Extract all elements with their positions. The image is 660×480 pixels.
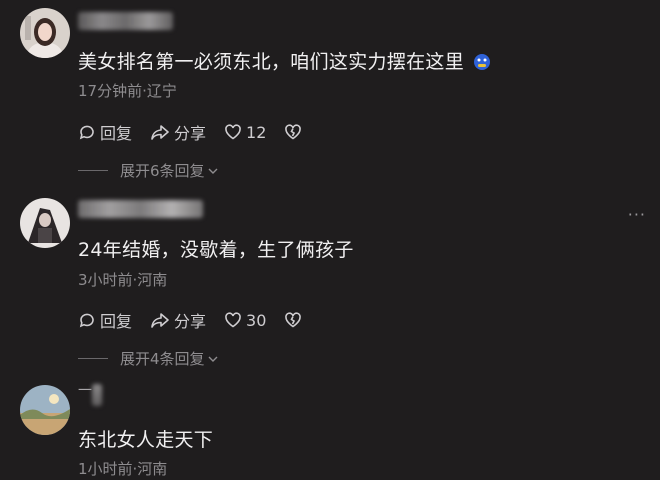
comment-meta: 3小时前·河南 [78,271,168,289]
avatar[interactable] [20,385,70,435]
broken-heart-icon [285,312,302,328]
share-button[interactable]: 分享 [150,308,206,332]
comment-text: 美女排名第一必须东北，咱们这实力摆在这里 [78,47,491,76]
avatar[interactable] [20,198,70,248]
comment-actions: 回复 分享 12 [78,120,306,144]
share-label: 分享 [174,124,207,143]
expand-replies-button[interactable]: 展开4条回复 [78,348,219,369]
chevron-down-icon [208,168,218,174]
like-button[interactable]: 30 [224,311,266,330]
reply-button[interactable]: 回复 [78,308,132,332]
like-count: 30 [246,310,267,330]
comment-actions: 回复 分享 30 [78,308,306,332]
avatar-image [20,385,70,435]
like-button[interactable]: 12 [224,123,266,142]
avatar-image [20,8,70,58]
expand-replies-label: 展开4条回复 [120,350,205,368]
broken-heart-icon [285,124,302,140]
username-blurred [78,12,173,30]
comment-meta: 17分钟前·辽宁 [78,82,177,100]
comment-text-content: 美女排名第一必须东北，咱们这实力摆在这里 [78,51,465,73]
reply-label: 回复 [100,124,133,143]
emoji-icon [473,53,491,76]
divider-dash [78,358,108,359]
comment-meta: 1小时前·河南 [78,460,168,478]
comment-item: 美女排名第一必须东北，咱们这实力摆在这里 17分钟前·辽宁 回复 分享 12 展… [0,0,660,185]
reply-icon [79,125,94,140]
share-icon [151,125,169,140]
reply-label: 回复 [100,312,133,331]
username-blurred [92,384,102,406]
expand-replies-label: 展开6条回复 [120,162,205,180]
divider-dash [78,170,108,171]
share-button[interactable]: 分享 [150,120,206,144]
heart-icon [225,124,241,140]
reply-button[interactable]: 回复 [78,120,132,144]
heart-icon [225,312,241,328]
username-blurred [78,200,203,218]
comment-text: 24年结婚，没歇着，生了俩孩子 [78,239,354,261]
comment-item: 一 东北女人走天下 1小时前·河南 [0,370,660,480]
comment-text: 东北女人走天下 [78,429,214,451]
chevron-down-icon [208,356,218,362]
expand-replies-button[interactable]: 展开6条回复 [78,160,219,181]
avatar[interactable] [20,8,70,58]
username: 一 [78,383,92,399]
avatar-image [20,198,70,248]
more-dots-icon[interactable]: ··· [628,205,646,224]
comment-item: ··· 24年结婚，没歇着，生了俩孩子 3小时前·河南 回复 分享 30 展开4… [0,185,660,370]
share-icon [151,313,169,328]
like-count: 12 [246,122,267,142]
dislike-button[interactable] [284,123,306,141]
share-label: 分享 [174,312,207,331]
reply-icon [79,313,94,328]
dislike-button[interactable] [284,311,306,329]
